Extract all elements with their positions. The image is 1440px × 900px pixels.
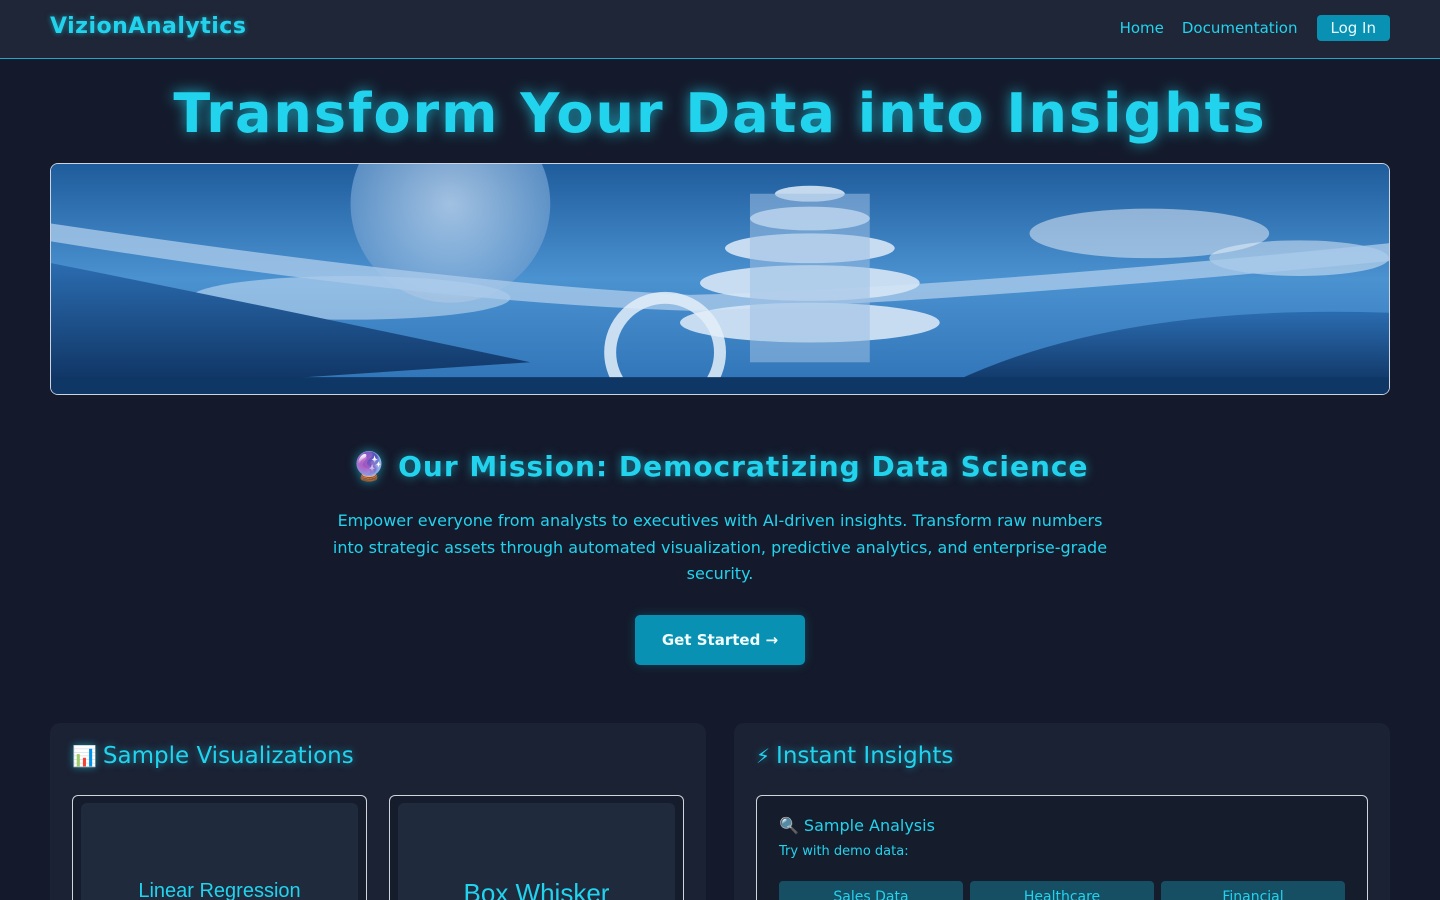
bar-chart-icon: 📊 xyxy=(72,744,97,768)
sample-analysis-heading: 🔍 Sample Analysis xyxy=(779,816,935,835)
brand-logo[interactable]: VizionAnalytics xyxy=(50,14,246,39)
demo-financial-button[interactable]: Financial xyxy=(1161,881,1345,900)
sample-analysis-title: Sample Analysis xyxy=(803,816,935,835)
hero-banner-image xyxy=(50,163,1390,395)
demo-data-hint: Try with demo data: xyxy=(779,844,909,859)
viz-card-box-whisker[interactable]: Box Whisker xyxy=(389,795,684,900)
viz-card-linear-regression[interactable]: Linear Regression xyxy=(72,795,367,900)
mission-heading: 🔮 Our Mission: Democratizing Data Scienc… xyxy=(0,450,1440,483)
nav-link-home[interactable]: Home xyxy=(1120,19,1164,37)
mission-description: Empower everyone from analysts to execut… xyxy=(332,511,1108,583)
mission-title-text: Our Mission: Democratizing Data Science xyxy=(398,450,1089,483)
demo-data-buttons: Sales Data Healthcare Financial xyxy=(779,881,1352,900)
demo-sales-data-button[interactable]: Sales Data xyxy=(779,881,963,900)
viz-card-label: Linear Regression xyxy=(138,880,301,900)
instant-insights-heading: ⚡ Instant Insights xyxy=(756,743,953,769)
sample-visualizations-panel: 📊 Sample Visualizations Linear Regressio… xyxy=(50,723,706,900)
nav-link-documentation[interactable]: Documentation xyxy=(1182,19,1298,37)
sample-visualizations-title: Sample Visualizations xyxy=(102,743,354,769)
demo-healthcare-button[interactable]: Healthcare xyxy=(970,881,1154,900)
login-button[interactable]: Log In xyxy=(1316,15,1390,41)
lightning-icon: ⚡ xyxy=(756,744,771,768)
top-navbar: VizionAnalytics Home Documentation Log I… xyxy=(0,0,1440,59)
magnifier-icon: 🔍 xyxy=(779,816,799,835)
futuristic-city-illustration xyxy=(51,164,1389,394)
sample-visualizations-heading: 📊 Sample Visualizations xyxy=(72,743,354,769)
viz-card-label: Box Whisker xyxy=(463,878,610,900)
sample-analysis-card: 🔍 Sample Analysis Try with demo data: Sa… xyxy=(756,795,1368,900)
crystal-ball-icon: 🔮 xyxy=(351,450,388,483)
instant-insights-panel: ⚡ Instant Insights 🔍 Sample Analysis Try… xyxy=(734,723,1390,900)
hero-title: Transform Your Data into Insights xyxy=(173,82,1267,145)
get-started-button[interactable]: Get Started → xyxy=(635,615,805,665)
instant-insights-title: Instant Insights xyxy=(776,743,954,769)
nav-links: Home Documentation Log In xyxy=(1120,15,1390,41)
